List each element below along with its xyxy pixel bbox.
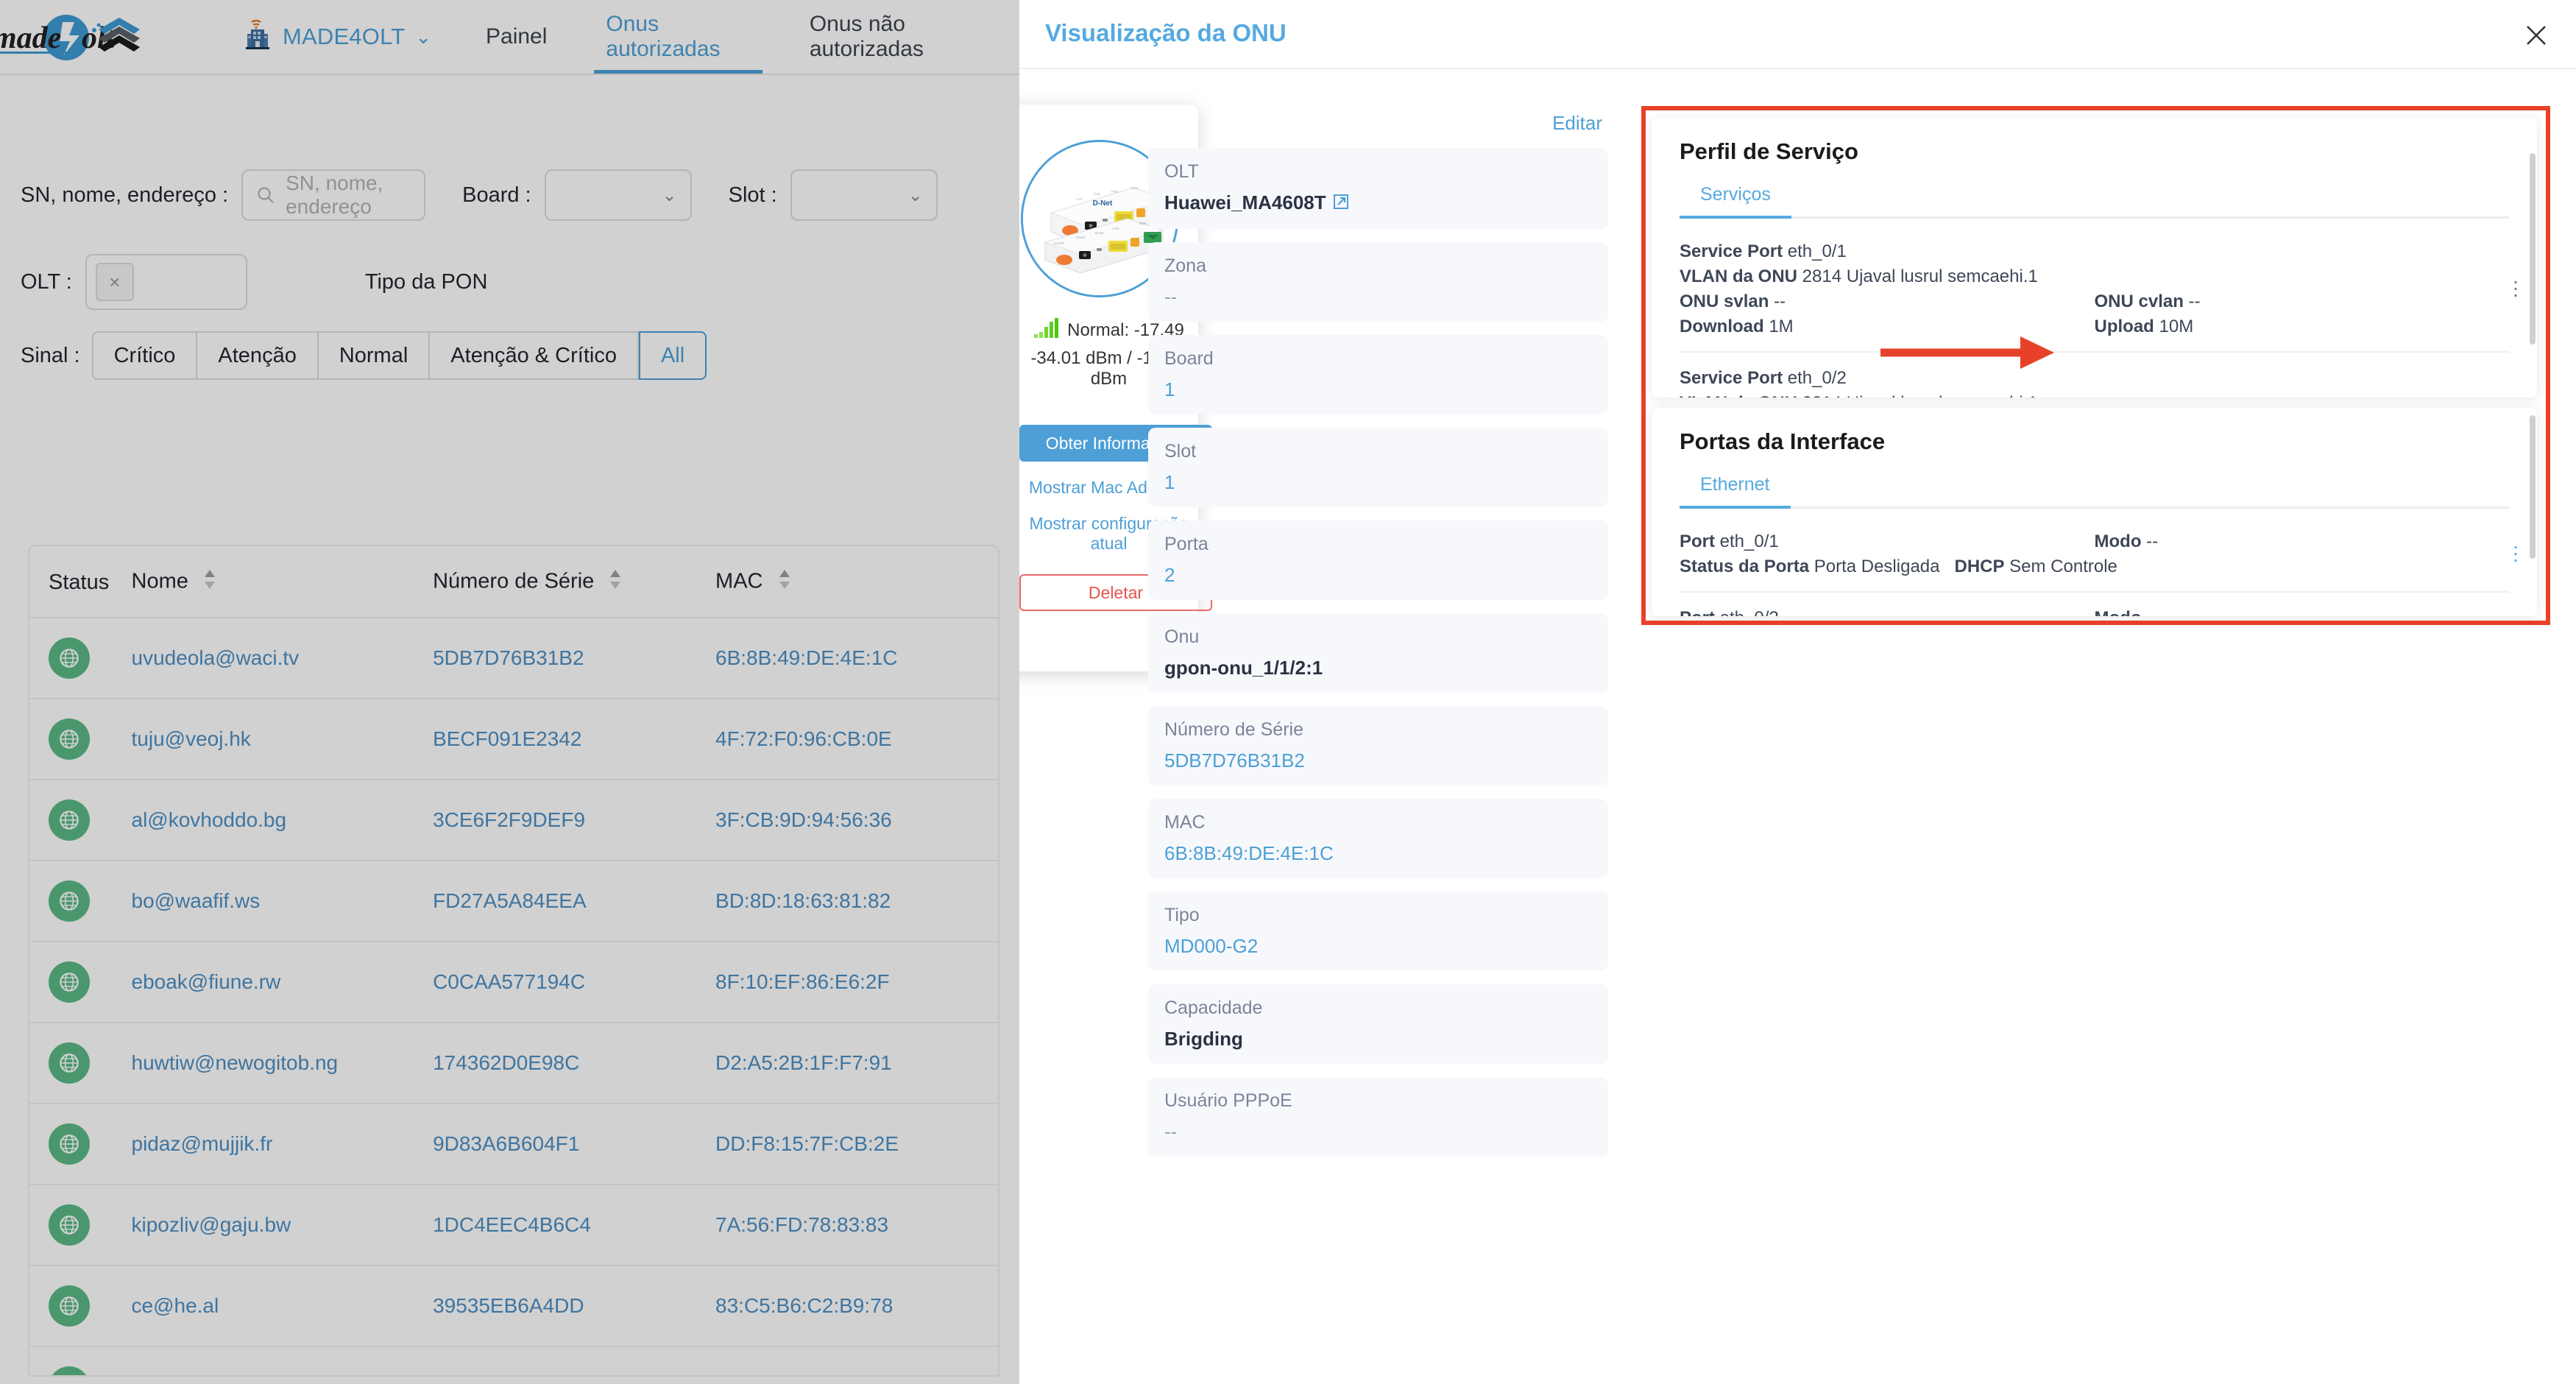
detail-field-label: MAC: [1164, 811, 1206, 833]
port-value: Port eth_0/2: [1680, 606, 2095, 616]
service-port-item: Service Port eth_0/1 VLAN da ONU 2814 Uja…: [1680, 226, 2525, 353]
svg-text:LAN: LAN: [1076, 197, 1082, 201]
service-port-line: Service Port eth_0/1: [1680, 241, 1847, 261]
detail-field-value[interactable]: 5DB7D76B31B2: [1164, 749, 1592, 772]
annotation-box: Perfil de Serviço Serviços Service Port …: [1641, 106, 2550, 625]
speed-line: Download 1M Upload 10M: [1680, 314, 2509, 339]
kebab-menu-icon[interactable]: ⋮: [2506, 279, 2525, 298]
onu-detail-fields: Editar OLT Huawei_MA4608T Zona -- Board 1 Slot…: [1148, 112, 1608, 1157]
detail-field-value[interactable]: 1: [1164, 378, 1592, 401]
upload-value: Upload 10M: [2094, 317, 2194, 337]
tab-ethernet[interactable]: Ethernet: [1680, 474, 1791, 509]
vlan-pair-line: ONU svlan -- ONU cvlan --: [1680, 289, 2509, 314]
detail-field-value: gpon-onu_1/1/2:1: [1164, 656, 1323, 679]
modal-body: D-Net LAN USB PON Power On/Off Power Res…: [1019, 69, 2576, 1384]
detail-field: Zona --: [1148, 241, 1608, 322]
interface-port-item: Port eth_0/1 Modo -- Status da Porta Porta…: [1680, 516, 2525, 593]
svg-text:Power: Power: [1130, 186, 1139, 190]
detail-field-value: --: [1164, 1120, 1178, 1143]
detail-field-label: Zona: [1164, 255, 1206, 276]
detail-field-value: --: [1164, 285, 1178, 308]
service-profile-scrollbar[interactable]: [2530, 153, 2536, 345]
service-port-item: Service Port eth_0/2 VLAN da ONU 2814 Uja…: [1680, 353, 2509, 398]
port-mode-line: Port eth_0/1 Modo --: [1680, 529, 2509, 554]
svg-text:On/Off: On/Off: [1054, 241, 1064, 245]
detail-field: OLT Huawei_MA4608T: [1148, 148, 1608, 229]
detail-field: Número de Série 5DB7D76B31B2: [1148, 705, 1608, 785]
service-profile-title: Perfil de Serviço: [1680, 138, 1858, 164]
editar-link[interactable]: Editar: [1148, 112, 1608, 135]
service-port-list: Service Port eth_0/1 VLAN da ONU 2814 Uja…: [1652, 219, 2537, 398]
detail-field-value[interactable]: MD000-G2: [1164, 935, 1592, 958]
mode-value: Modo --: [2094, 532, 2159, 551]
tab-servicos[interactable]: Serviços: [1680, 184, 1791, 219]
detail-field-label: Tipo: [1164, 904, 1200, 925]
detail-field-label: Onu: [1164, 626, 1200, 647]
detail-field-label: Capacidade: [1164, 997, 1263, 1018]
interface-port-list: Port eth_0/1 Modo -- Status da Porta Porta…: [1652, 509, 2537, 616]
detail-field-label: Slot: [1164, 440, 1197, 462]
svlan-value: ONU svlan --: [1680, 292, 1786, 312]
detail-field-label: Board: [1164, 347, 1214, 369]
modal-title: Visualização da ONU: [1045, 19, 1287, 46]
service-profile-tabs: Serviços: [1680, 184, 2509, 219]
interface-port-item: Port eth_0/2Modo --Status da Porta Porta…: [1680, 593, 2509, 616]
interface-ports-scrollbar[interactable]: [2530, 415, 2536, 559]
close-icon[interactable]: [2520, 19, 2552, 52]
service-port-line: Service Port eth_0/2: [1680, 368, 1847, 389]
vlan-line: VLAN da ONU 2814 Ujaval lusrul semcaehi.…: [1680, 266, 2038, 287]
detail-field-label: Usuário PPPoE: [1164, 1090, 1292, 1111]
signal-bars-icon: [1033, 317, 1060, 344]
interface-ports-panel: Portas da Interface Ethernet Port eth_0/…: [1652, 408, 2537, 616]
detail-field-label: OLT: [1164, 161, 1199, 182]
interface-ports-tabs: Ethernet: [1680, 474, 2509, 509]
svg-text:Power: Power: [1076, 236, 1086, 239]
detail-field: MAC 6B:8B:49:DE:4E:1C: [1148, 798, 1608, 878]
port-mode-line: Port eth_0/2Modo --: [1680, 606, 2509, 616]
detail-field: Board 1: [1148, 334, 1608, 414]
detail-field: Tipo MD000-G2: [1148, 891, 1608, 971]
svg-text:LAN: LAN: [1113, 227, 1119, 230]
modal-header: Visualização da ONU: [1019, 0, 2576, 69]
svg-text:D-Net: D-Net: [1092, 200, 1112, 208]
vlan-line: VLAN da ONU 2814 Ujaval lusrul semcaehi.…: [1680, 391, 2509, 398]
mode-value: Modo --: [2095, 606, 2510, 616]
annotation-arrow: [1880, 331, 2057, 378]
detail-field-value[interactable]: 1: [1164, 471, 1592, 494]
detail-field-value: Brigding: [1164, 1027, 1243, 1050]
interface-ports-title: Portas da Interface: [1680, 428, 1886, 454]
detail-field-label: Número de Série: [1164, 719, 1303, 740]
svg-text:Reset: Reset: [1095, 231, 1104, 235]
port-value: Port eth_0/1: [1680, 532, 1779, 551]
onu-detail-modal: Visualização da ONU D-Net LAN USB PON Po…: [1019, 0, 2576, 1384]
cvlan-value: ONU cvlan --: [2094, 292, 2201, 312]
external-link-icon[interactable]: [1332, 193, 1350, 216]
svg-text:PON: PON: [1111, 190, 1118, 194]
detail-field-label: Porta: [1164, 533, 1209, 554]
service-profile-panel: Perfil de Serviço Serviços Service Port …: [1652, 118, 2537, 398]
detail-field-value: Huawei_MA4608T: [1164, 191, 1592, 216]
detail-field-value[interactable]: 6B:8B:49:DE:4E:1C: [1164, 842, 1592, 865]
detail-field: Slot 1: [1148, 427, 1608, 507]
detail-field: Capacidade Brigding: [1148, 984, 1608, 1064]
kebab-menu-icon[interactable]: ⋮: [2506, 544, 2525, 563]
detail-field: Usuário PPPoE --: [1148, 1076, 1608, 1157]
svg-text:PON: PON: [1139, 222, 1147, 225]
port-status-line: Status da Porta Porta Desligada DHCP Sem…: [1680, 557, 2117, 577]
svg-text:USB: USB: [1094, 192, 1100, 196]
detail-field: Porta 2: [1148, 520, 1608, 600]
detail-field: Onu gpon-onu_1/1/2:1: [1148, 612, 1608, 693]
detail-field-value[interactable]: 2: [1164, 564, 1592, 587]
